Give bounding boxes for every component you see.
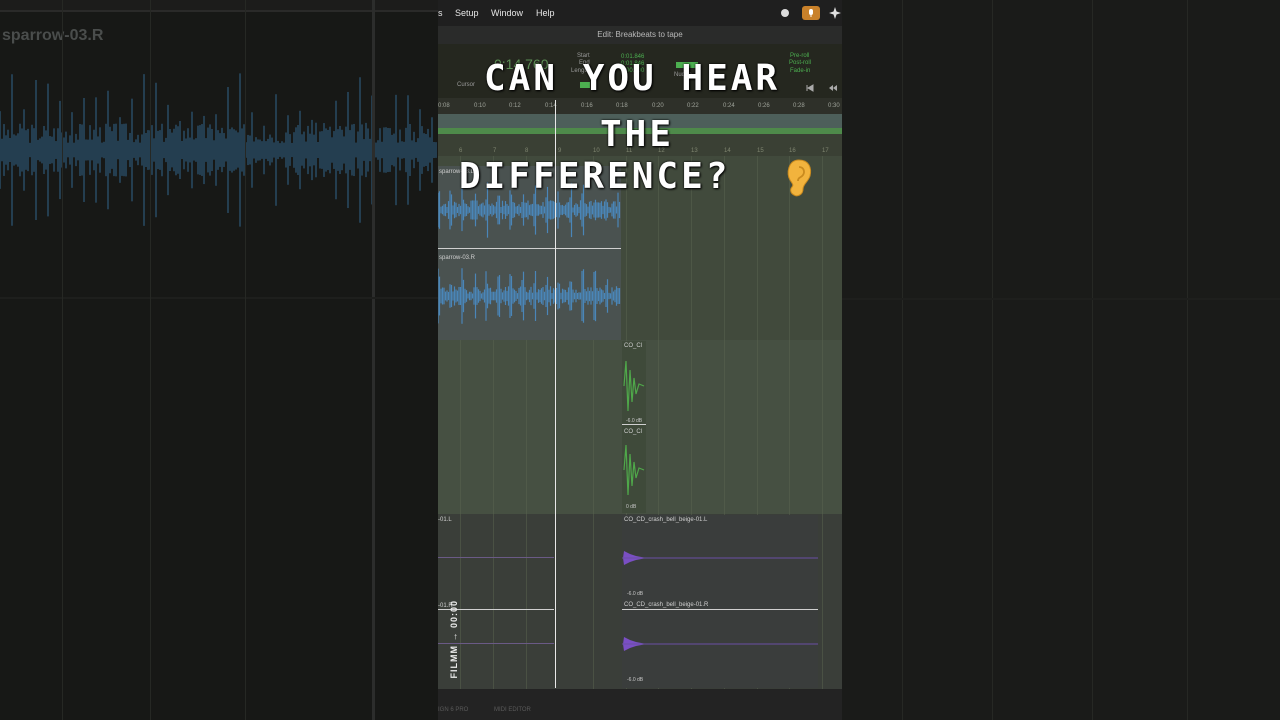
ruler-time: 0:08 [438, 103, 450, 109]
ruler-time: 0:30 [828, 103, 840, 109]
ruler-time: 0:16 [581, 103, 593, 109]
co-cl-label-1: CO_Cl [624, 343, 643, 349]
midi-editor-tab[interactable]: MIDI EDITOR [494, 707, 531, 713]
ruler-time: 0:10 [474, 103, 486, 109]
ruler-time: 0:12 [509, 103, 521, 109]
ruler-time: 0:24 [723, 103, 735, 109]
caption-line-3: DIFFERENCE? [459, 156, 731, 197]
bar-number: 6 [459, 148, 463, 154]
record-icon[interactable] [778, 6, 792, 20]
ear-emoji-icon [787, 159, 812, 197]
menu-item-window[interactable]: Window [491, 8, 523, 18]
bar-number: 17 [822, 148, 829, 154]
bar-number: 15 [757, 148, 764, 154]
bar-number: 9 [558, 148, 562, 154]
ruler-time: 0:20 [652, 103, 664, 109]
left-gridline [62, 0, 63, 720]
channel-divider [622, 609, 818, 610]
right-background [842, 0, 1280, 720]
right-divider [842, 298, 1280, 300]
cursor-label: Cursor [457, 82, 476, 88]
crash-r-label: CO_CD_crash_bell_beige-01.R [624, 602, 709, 608]
right-gridline [1187, 0, 1188, 720]
crash-r-waveform [622, 637, 818, 651]
time-ruler[interactable]: 0:08 0:10 0:12 0:14 0:16 0:18 0:20 0:22 … [438, 98, 842, 114]
video-frame: sparrow-03.R s Setup Window Help Edit: B… [0, 0, 1280, 720]
bar-number: 16 [789, 148, 796, 154]
fadein-label: Fade-in [790, 68, 811, 74]
daw-window: s Setup Window Help Edit: Breakbeats to … [438, 0, 842, 720]
ruler-time: 0:18 [616, 103, 628, 109]
clip-left-l-label: -01.L [438, 517, 452, 523]
channel-divider [438, 248, 621, 249]
menu-item-setup[interactable]: Setup [455, 8, 479, 18]
left-divider [0, 297, 438, 299]
caption-line-1: CAN YOU HEAR [484, 58, 781, 99]
right-gridline [1092, 0, 1093, 720]
microphone-icon[interactable] [802, 6, 820, 20]
clip-left-l-line [438, 557, 554, 558]
bar-number: 10 [593, 148, 600, 154]
bar-number: 14 [724, 148, 731, 154]
ruler-time: 0:28 [793, 103, 805, 109]
channel-divider [622, 424, 646, 425]
left-track-label: sparrow-03.R [2, 27, 104, 44]
co-cl-waveform-1 [623, 360, 645, 412]
caption-line-2: THE [600, 114, 675, 155]
co-cl-gain-2: 0 dB [626, 504, 637, 510]
postroll-label: Post-roll [789, 60, 812, 66]
crash-gain-1: -6.0 dB [627, 591, 644, 597]
left-gridline [245, 0, 246, 720]
ruler-time: 0:26 [758, 103, 770, 109]
preroll-label: Pre-roll [790, 53, 810, 59]
grid-line [822, 156, 823, 708]
right-gridline [992, 0, 993, 720]
bar-number: 7 [493, 148, 497, 154]
menu-item-help[interactable]: Help [536, 8, 555, 18]
menu-item-tracks[interactable]: s [438, 8, 443, 18]
bar-number: 13 [691, 148, 698, 154]
bottom-left-text: IGN 6 PRO [438, 707, 469, 713]
right-gridline [902, 0, 903, 720]
sparrow-r-waveform [438, 268, 621, 324]
co-cl-label-2: CO_Cl [624, 429, 643, 435]
window-title: Edit: Breakbeats to tape [438, 26, 842, 44]
left-playhead [372, 0, 375, 720]
left-background: sparrow-03.R [0, 0, 438, 720]
crash-gain-2: -6.0 dB [627, 677, 644, 683]
watermark: FILMM → 00:00 [449, 600, 459, 679]
co-cl-waveform-2 [623, 444, 645, 496]
bar-number: 8 [525, 148, 529, 154]
skip-back-icon[interactable] [806, 84, 814, 92]
left-gridline [150, 0, 151, 720]
rewind-icon[interactable] [828, 84, 838, 92]
sparkle-icon[interactable] [828, 6, 842, 20]
menu-bar: s Setup Window Help [438, 0, 842, 26]
crash-l-waveform [622, 551, 818, 565]
bottom-bar: IGN 6 PRO MIDI EDITOR [438, 689, 842, 720]
ruler-time: 0:22 [687, 103, 699, 109]
sparrow-r-label: sparrow-03.R [439, 255, 476, 261]
crash-l-label: CO_CD_crash_bell_beige-01.L [624, 517, 708, 523]
